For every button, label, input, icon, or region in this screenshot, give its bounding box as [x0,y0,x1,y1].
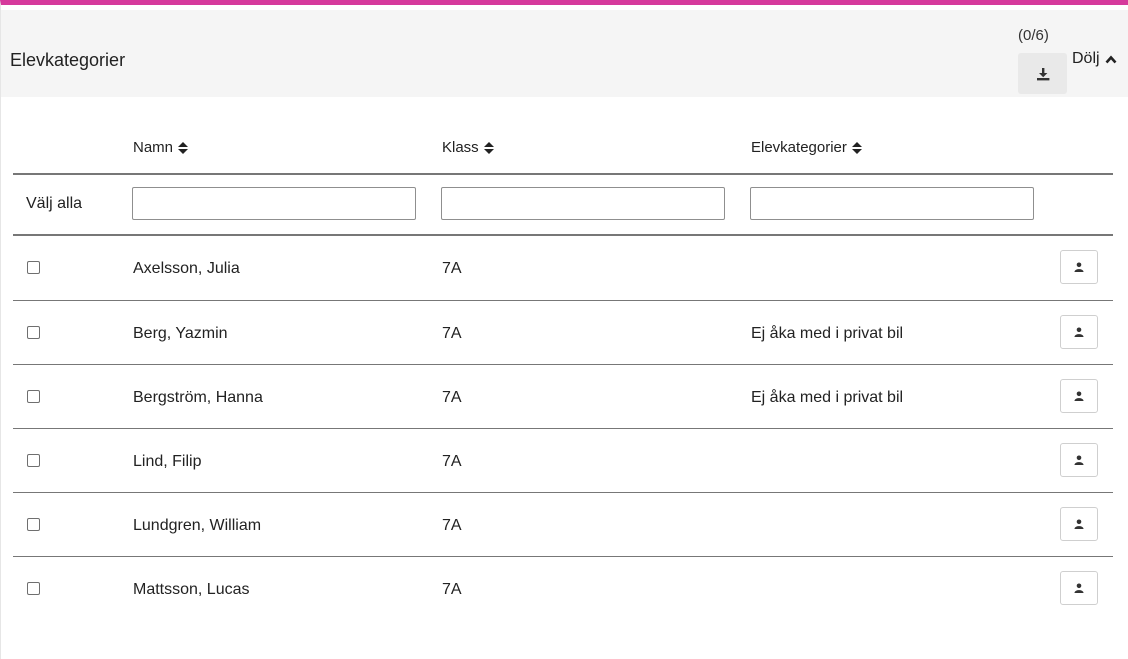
student-class: 7A [442,325,462,342]
header-divider [13,173,1113,175]
user-icon [1074,455,1084,465]
student-name: Axelsson, Julia [133,260,240,277]
column-header-categories[interactable]: Elevkategorier [751,139,862,156]
column-header-name[interactable]: Namn [133,139,189,156]
class-filter-input[interactable] [441,187,725,220]
chevron-up-icon [1105,55,1117,63]
user-icon [1074,327,1084,337]
user-icon [1074,583,1084,593]
student-name: Lundgren, William [133,517,262,534]
column-header-categories-label: Elevkategorier [751,139,847,156]
user-icon [1074,391,1084,401]
row-checkbox[interactable] [27,261,40,274]
sort-icon [178,141,189,154]
column-header-class[interactable]: Klass [442,139,494,156]
row-checkbox[interactable] [27,582,40,595]
student-class: 7A [442,453,462,470]
student-name: Lind, Filip [133,453,202,470]
hide-toggle-label: Dölj [1072,50,1100,67]
table-row: Bergström, Hanna 7A Ej åka med i privat … [13,365,1113,429]
table-row: Axelsson, Julia 7A [13,236,1113,300]
column-header-class-label: Klass [442,139,479,156]
selection-count: (0/6) [1018,27,1049,44]
user-icon [1074,519,1084,529]
student-name: Mattsson, Lucas [133,581,250,598]
student-profile-button[interactable] [1060,315,1098,349]
student-categories-panel: Elevkategorier (0/6) Dölj Namn Klass Ele… [0,0,1128,659]
download-icon [1036,67,1049,80]
row-checkbox[interactable] [27,390,40,403]
student-profile-button[interactable] [1060,443,1098,477]
student-profile-button[interactable] [1060,379,1098,413]
student-class: 7A [442,517,462,534]
panel-header: Elevkategorier (0/6) Dölj [1,10,1128,97]
student-category: Ej åka med i privat bil [751,325,904,342]
table-row: Mattsson, Lucas 7A [13,557,1113,621]
student-profile-button[interactable] [1060,250,1098,284]
student-class: 7A [442,389,462,406]
student-name: Bergström, Hanna [133,389,263,406]
download-button[interactable] [1018,53,1067,94]
student-class: 7A [442,581,462,598]
user-icon [1074,262,1084,272]
student-profile-button[interactable] [1060,507,1098,541]
student-profile-button[interactable] [1060,571,1098,605]
select-all-label[interactable]: Välj alla [26,195,82,213]
table-row: Lind, Filip 7A [13,429,1113,493]
student-class: 7A [442,260,462,277]
row-checkbox[interactable] [27,326,40,339]
name-filter-input[interactable] [132,187,416,220]
row-checkbox[interactable] [27,518,40,531]
column-header-name-label: Namn [133,139,174,156]
student-category: Ej åka med i privat bil [751,389,904,406]
table-row: Lundgren, William 7A [13,493,1113,557]
category-filter-input[interactable] [750,187,1034,220]
hide-toggle[interactable]: Dölj [1072,50,1117,68]
student-name: Berg, Yazmin [133,325,228,342]
sort-icon [851,141,862,154]
row-checkbox[interactable] [27,454,40,467]
table-row: Berg, Yazmin 7A Ej åka med i privat bil [13,301,1113,365]
panel-title: Elevkategorier [10,50,126,70]
sort-icon [483,141,494,154]
